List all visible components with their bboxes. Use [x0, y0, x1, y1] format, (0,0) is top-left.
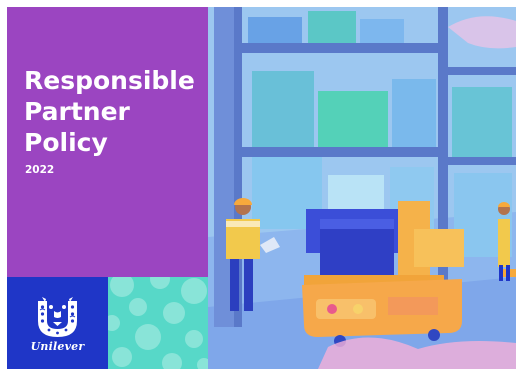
circle-pattern-block — [108, 277, 208, 369]
title-line-1: Responsible — [24, 66, 195, 95]
title-line-2: Partner — [24, 97, 130, 126]
brand-logo-block: Unilever — [7, 277, 108, 369]
warehouse-illustration — [208, 7, 516, 369]
circle-pattern — [108, 277, 208, 369]
title-line-3: Policy — [24, 128, 108, 157]
cover-year: 2022 — [25, 164, 55, 176]
title-panel: Responsible Partner Policy 2022 — [7, 7, 208, 277]
policy-cover: Responsible Partner Policy 2022 Unilever — [7, 7, 516, 369]
cover-title: Responsible Partner Policy — [24, 65, 204, 158]
brand-wordmark: Unilever — [30, 340, 85, 353]
unilever-u-logo-icon — [38, 297, 77, 337]
